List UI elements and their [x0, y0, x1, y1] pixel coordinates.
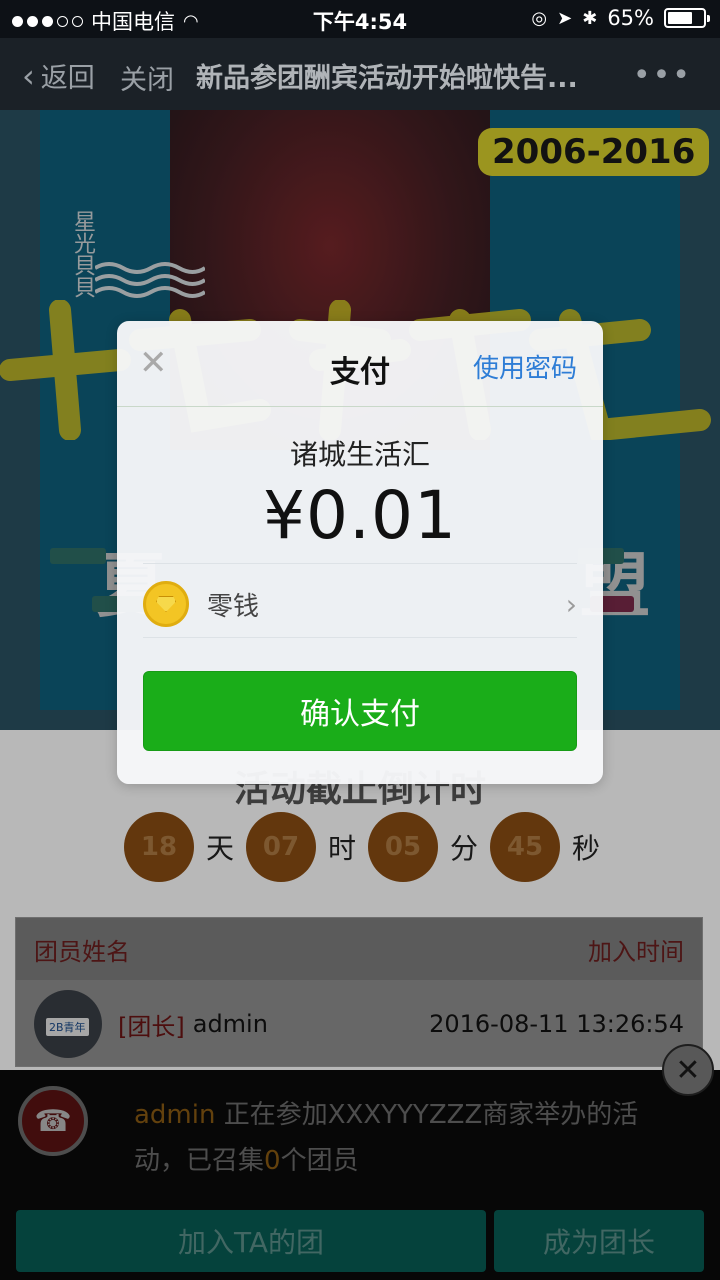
anniversary-years: 2006-2016	[478, 128, 710, 176]
divider	[143, 563, 577, 564]
notice-count: 0	[264, 1146, 281, 1176]
close-notice-button[interactable]: ✕	[662, 1044, 714, 1096]
phone-icon: ☎	[34, 1103, 72, 1139]
participation-notice: admin 正在参加XXXYYYZZZ商家举办的活动，已召集0个团员	[134, 1092, 674, 1184]
waves-icon	[95, 262, 205, 298]
chevron-left-icon: ‹	[22, 56, 35, 95]
countdown-seconds-unit: 秒	[571, 832, 600, 865]
notice-user: admin	[134, 1100, 216, 1130]
battery-icon	[664, 8, 710, 28]
navigation-bar: ‹ 返回 关闭 新品参团酬宾活动开始啦快告... •••	[0, 38, 720, 110]
payment-method-label: 零钱	[207, 591, 260, 622]
countdown-days: 18	[124, 812, 194, 882]
call-button[interactable]: ☎	[18, 1086, 88, 1156]
member-table: 团员姓名 加入时间 2B青年 [团长] admin 2016-08-11 13:…	[15, 917, 703, 1067]
divider	[143, 637, 577, 638]
countdown-minutes: 05	[368, 812, 438, 882]
countdown-hours-unit: 时	[327, 832, 356, 865]
payment-dialog-header: ✕ 支付 使用密码	[117, 321, 603, 407]
join-group-button[interactable]: 加入TA的团	[16, 1210, 486, 1272]
more-options-button[interactable]: •••	[633, 58, 692, 93]
countdown-seconds: 45	[490, 812, 560, 882]
column-join-time: 加入时间	[588, 937, 684, 966]
become-leader-button[interactable]: 成为团长	[494, 1210, 704, 1272]
member-join-time: 2016-08-11 13:26:54	[429, 1010, 684, 1038]
countdown-hours: 07	[246, 812, 316, 882]
confirm-payment-button[interactable]: 确认支付	[143, 671, 577, 751]
payment-amount: ¥0.01	[263, 477, 457, 554]
use-password-link[interactable]: 使用密码	[473, 348, 577, 385]
merchant-name: 诸城生活汇	[289, 438, 430, 471]
brand-logo: 星光貝貝	[70, 210, 95, 298]
page-title: 新品参团酬宾活动开始啦快告...	[196, 63, 578, 94]
close-button[interactable]: 关闭	[120, 58, 174, 97]
payment-dialog: ✕ 支付 使用密码 诸城生活汇 ¥0.01 零钱 › 确认支付	[117, 321, 603, 784]
leader-tag: [团长]	[118, 1012, 185, 1041]
back-label: 返回	[40, 63, 95, 94]
back-button[interactable]: ‹ 返回	[22, 56, 95, 95]
wallet-coin-icon	[143, 581, 189, 627]
location-icon: ➤	[557, 7, 573, 29]
battery-percent: 65%	[607, 6, 654, 30]
member-name: admin	[192, 1010, 268, 1038]
payment-method-selector[interactable]: 零钱 ›	[143, 573, 577, 635]
avatar-caption: 2B青年	[46, 1018, 89, 1036]
avatar: 2B青年	[34, 990, 102, 1058]
chevron-right-icon: ›	[565, 587, 577, 621]
countdown-minutes-unit: 分	[449, 832, 478, 865]
lock-rotation-icon: ◎	[531, 7, 548, 29]
status-bar: 中国电信 ◠ 下午4:54 ◎ ➤ ✱ 65%	[0, 0, 720, 38]
notice-suffix: 个团员	[280, 1146, 359, 1176]
countdown-days-unit: 天	[205, 832, 234, 865]
countdown-timer: 18 天 07 时 05 分 45 秒	[124, 812, 612, 882]
stripe-1	[50, 548, 106, 564]
member-table-header: 团员姓名 加入时间	[16, 918, 702, 980]
column-member-name: 团员姓名	[34, 937, 130, 966]
table-row: 2B青年 [团长] admin 2016-08-11 13:26:54	[16, 980, 702, 1068]
bluetooth-icon: ✱	[582, 7, 598, 29]
